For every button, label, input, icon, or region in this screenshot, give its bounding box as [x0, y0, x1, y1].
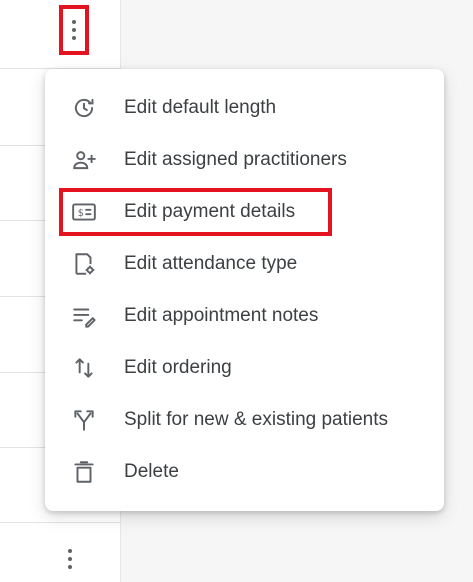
kebab-dot: [72, 36, 76, 40]
sort-arrows-icon: [71, 355, 97, 381]
more-options-button-row[interactable]: [59, 538, 81, 580]
menu-item-label: Edit attendance type: [124, 253, 298, 274]
menu-item-label: Edit ordering: [124, 357, 232, 378]
menu-item-label: Edit appointment notes: [124, 305, 319, 326]
menu-item-edit-assigned-practitioners[interactable]: Edit assigned practitioners: [45, 134, 444, 186]
kebab-dot: [72, 28, 76, 32]
kebab-dot: [68, 557, 72, 561]
options-menu: Edit default length Edit assigned practi…: [45, 69, 444, 511]
menu-item-edit-default-length[interactable]: Edit default length: [45, 82, 444, 134]
menu-item-edit-attendance-type[interactable]: Edit attendance type: [45, 238, 444, 290]
trash-icon: [71, 459, 97, 485]
attendance-type-icon: [71, 251, 97, 277]
svg-text:$: $: [78, 208, 84, 219]
menu-item-label: Edit payment details: [124, 201, 296, 222]
menu-item-label: Edit assigned practitioners: [124, 149, 347, 170]
menu-item-split-new-existing-patients[interactable]: Split for new & existing patients: [45, 394, 444, 446]
menu-item-label: Delete: [124, 461, 179, 482]
menu-item-delete[interactable]: Delete: [45, 446, 444, 498]
menu-item-edit-ordering[interactable]: Edit ordering: [45, 342, 444, 394]
menu-item-edit-appointment-notes[interactable]: Edit appointment notes: [45, 290, 444, 342]
row-divider: [0, 522, 120, 523]
menu-item-label: Split for new & existing patients: [124, 409, 389, 430]
menu-item-edit-payment-details[interactable]: $ Edit payment details: [45, 186, 444, 238]
kebab-dot: [68, 549, 72, 553]
person-add-icon: [71, 147, 97, 173]
menu-item-label: Edit default length: [124, 97, 277, 118]
payment-card-icon: $: [71, 199, 97, 225]
clock-history-icon: [71, 95, 97, 121]
more-options-button[interactable]: [59, 5, 89, 55]
kebab-dot: [72, 20, 76, 24]
kebab-dot: [68, 565, 72, 569]
split-icon: [71, 407, 97, 433]
notes-edit-icon: [71, 303, 97, 329]
